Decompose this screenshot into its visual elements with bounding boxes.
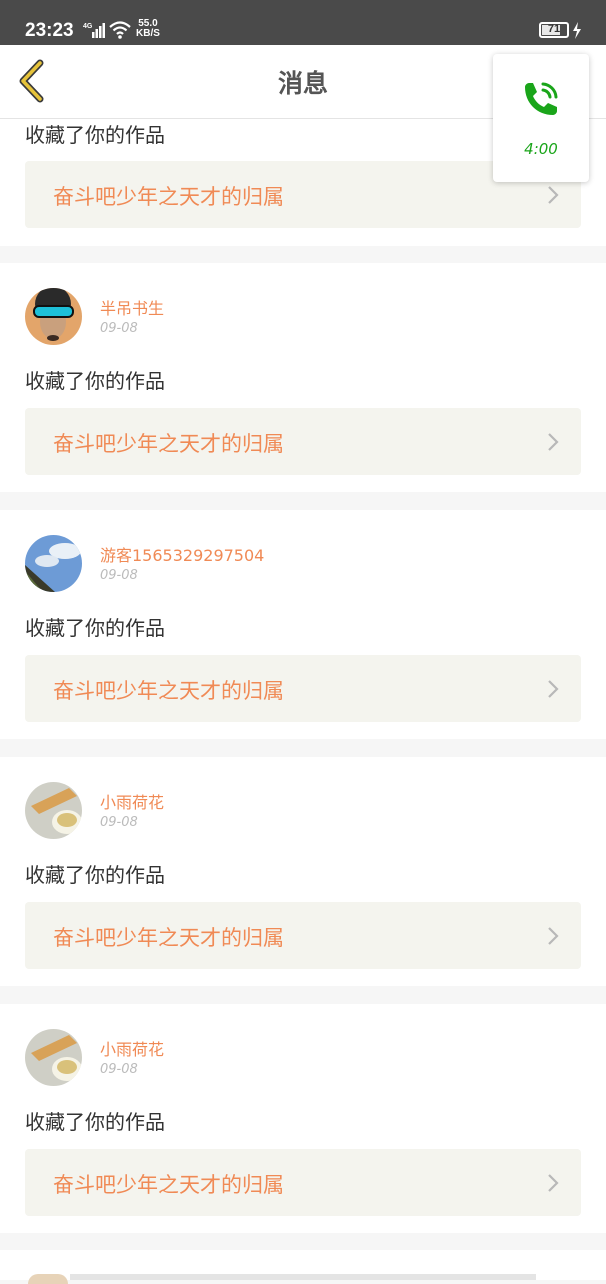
message-date: 09-08 [100, 568, 138, 583]
message-card: 游客1565329297504 09-08 收藏了你的作品 奋斗吧少年之天才的归… [0, 510, 606, 739]
status-bar: 23:23 4G 55.0 KB/S 71 [0, 0, 606, 45]
avatar[interactable] [25, 782, 82, 839]
phone-icon [525, 82, 558, 115]
work-title: 奋斗吧少年之天才的归属 [53, 1173, 284, 1197]
battery-percent: 71 [547, 23, 561, 35]
battery-icon: 71 [539, 22, 569, 38]
chevron-right-icon [548, 927, 559, 945]
work-link[interactable]: 奋斗吧少年之天才的归属 [25, 902, 581, 969]
work-link[interactable]: 奋斗吧少年之天才的归属 [25, 1149, 581, 1216]
chevron-right-icon [548, 186, 559, 204]
work-title: 奋斗吧少年之天才的归属 [53, 432, 284, 456]
work-title: 奋斗吧少年之天才的归属 [53, 679, 284, 703]
wifi-icon [109, 21, 131, 39]
avatar[interactable] [25, 535, 82, 592]
message-date: 09-08 [100, 815, 138, 830]
avatar[interactable] [25, 1029, 82, 1086]
work-link[interactable]: 奋斗吧少年之天才的归属 [25, 655, 581, 722]
chevron-right-icon [548, 433, 559, 451]
work-title: 奋斗吧少年之天才的归属 [53, 926, 284, 950]
chevron-right-icon [548, 1174, 559, 1192]
action-text: 收藏了你的作品 [25, 369, 165, 393]
user-name[interactable]: 小雨荷花 [100, 1036, 164, 1060]
user-name[interactable]: 游客1565329297504 [100, 542, 264, 566]
action-text: 收藏了你的作品 [25, 123, 165, 147]
avatar [28, 1274, 68, 1284]
status-time: 23:23 [25, 20, 74, 41]
call-duration: 4:00 [524, 140, 558, 158]
network-type: 4G [83, 23, 93, 30]
charging-icon [573, 22, 581, 39]
message-card: 半吊书生 09-08 收藏了你的作品 奋斗吧少年之天才的归属 [0, 263, 606, 492]
network-speed: 55.0 KB/S [136, 19, 160, 39]
work-link[interactable]: 奋斗吧少年之天才的归属 [25, 408, 581, 475]
divider [70, 1274, 536, 1280]
avatar[interactable] [25, 288, 82, 345]
action-text: 收藏了你的作品 [25, 616, 165, 640]
work-title: 奋斗吧少年之天才的归属 [53, 185, 284, 209]
action-text: 收藏了你的作品 [25, 1110, 165, 1134]
action-text: 收藏了你的作品 [25, 863, 165, 887]
user-name[interactable]: 小雨荷花 [100, 789, 164, 813]
user-name[interactable]: 半吊书生 [100, 295, 164, 319]
network-speed-unit: KB/S [136, 28, 160, 39]
chevron-right-icon [548, 680, 559, 698]
message-date: 09-08 [100, 321, 138, 336]
message-card: 小雨荷花 09-08 收藏了你的作品 奋斗吧少年之天才的归属 [0, 1004, 606, 1233]
cellular-signal-icon: 4G [83, 23, 105, 38]
message-card: 小雨荷花 09-08 收藏了你的作品 奋斗吧少年之天才的归属 [0, 757, 606, 986]
message-card-partial [0, 1250, 606, 1284]
message-date: 09-08 [100, 1062, 138, 1077]
floating-call-widget[interactable]: 4:00 [493, 54, 589, 182]
